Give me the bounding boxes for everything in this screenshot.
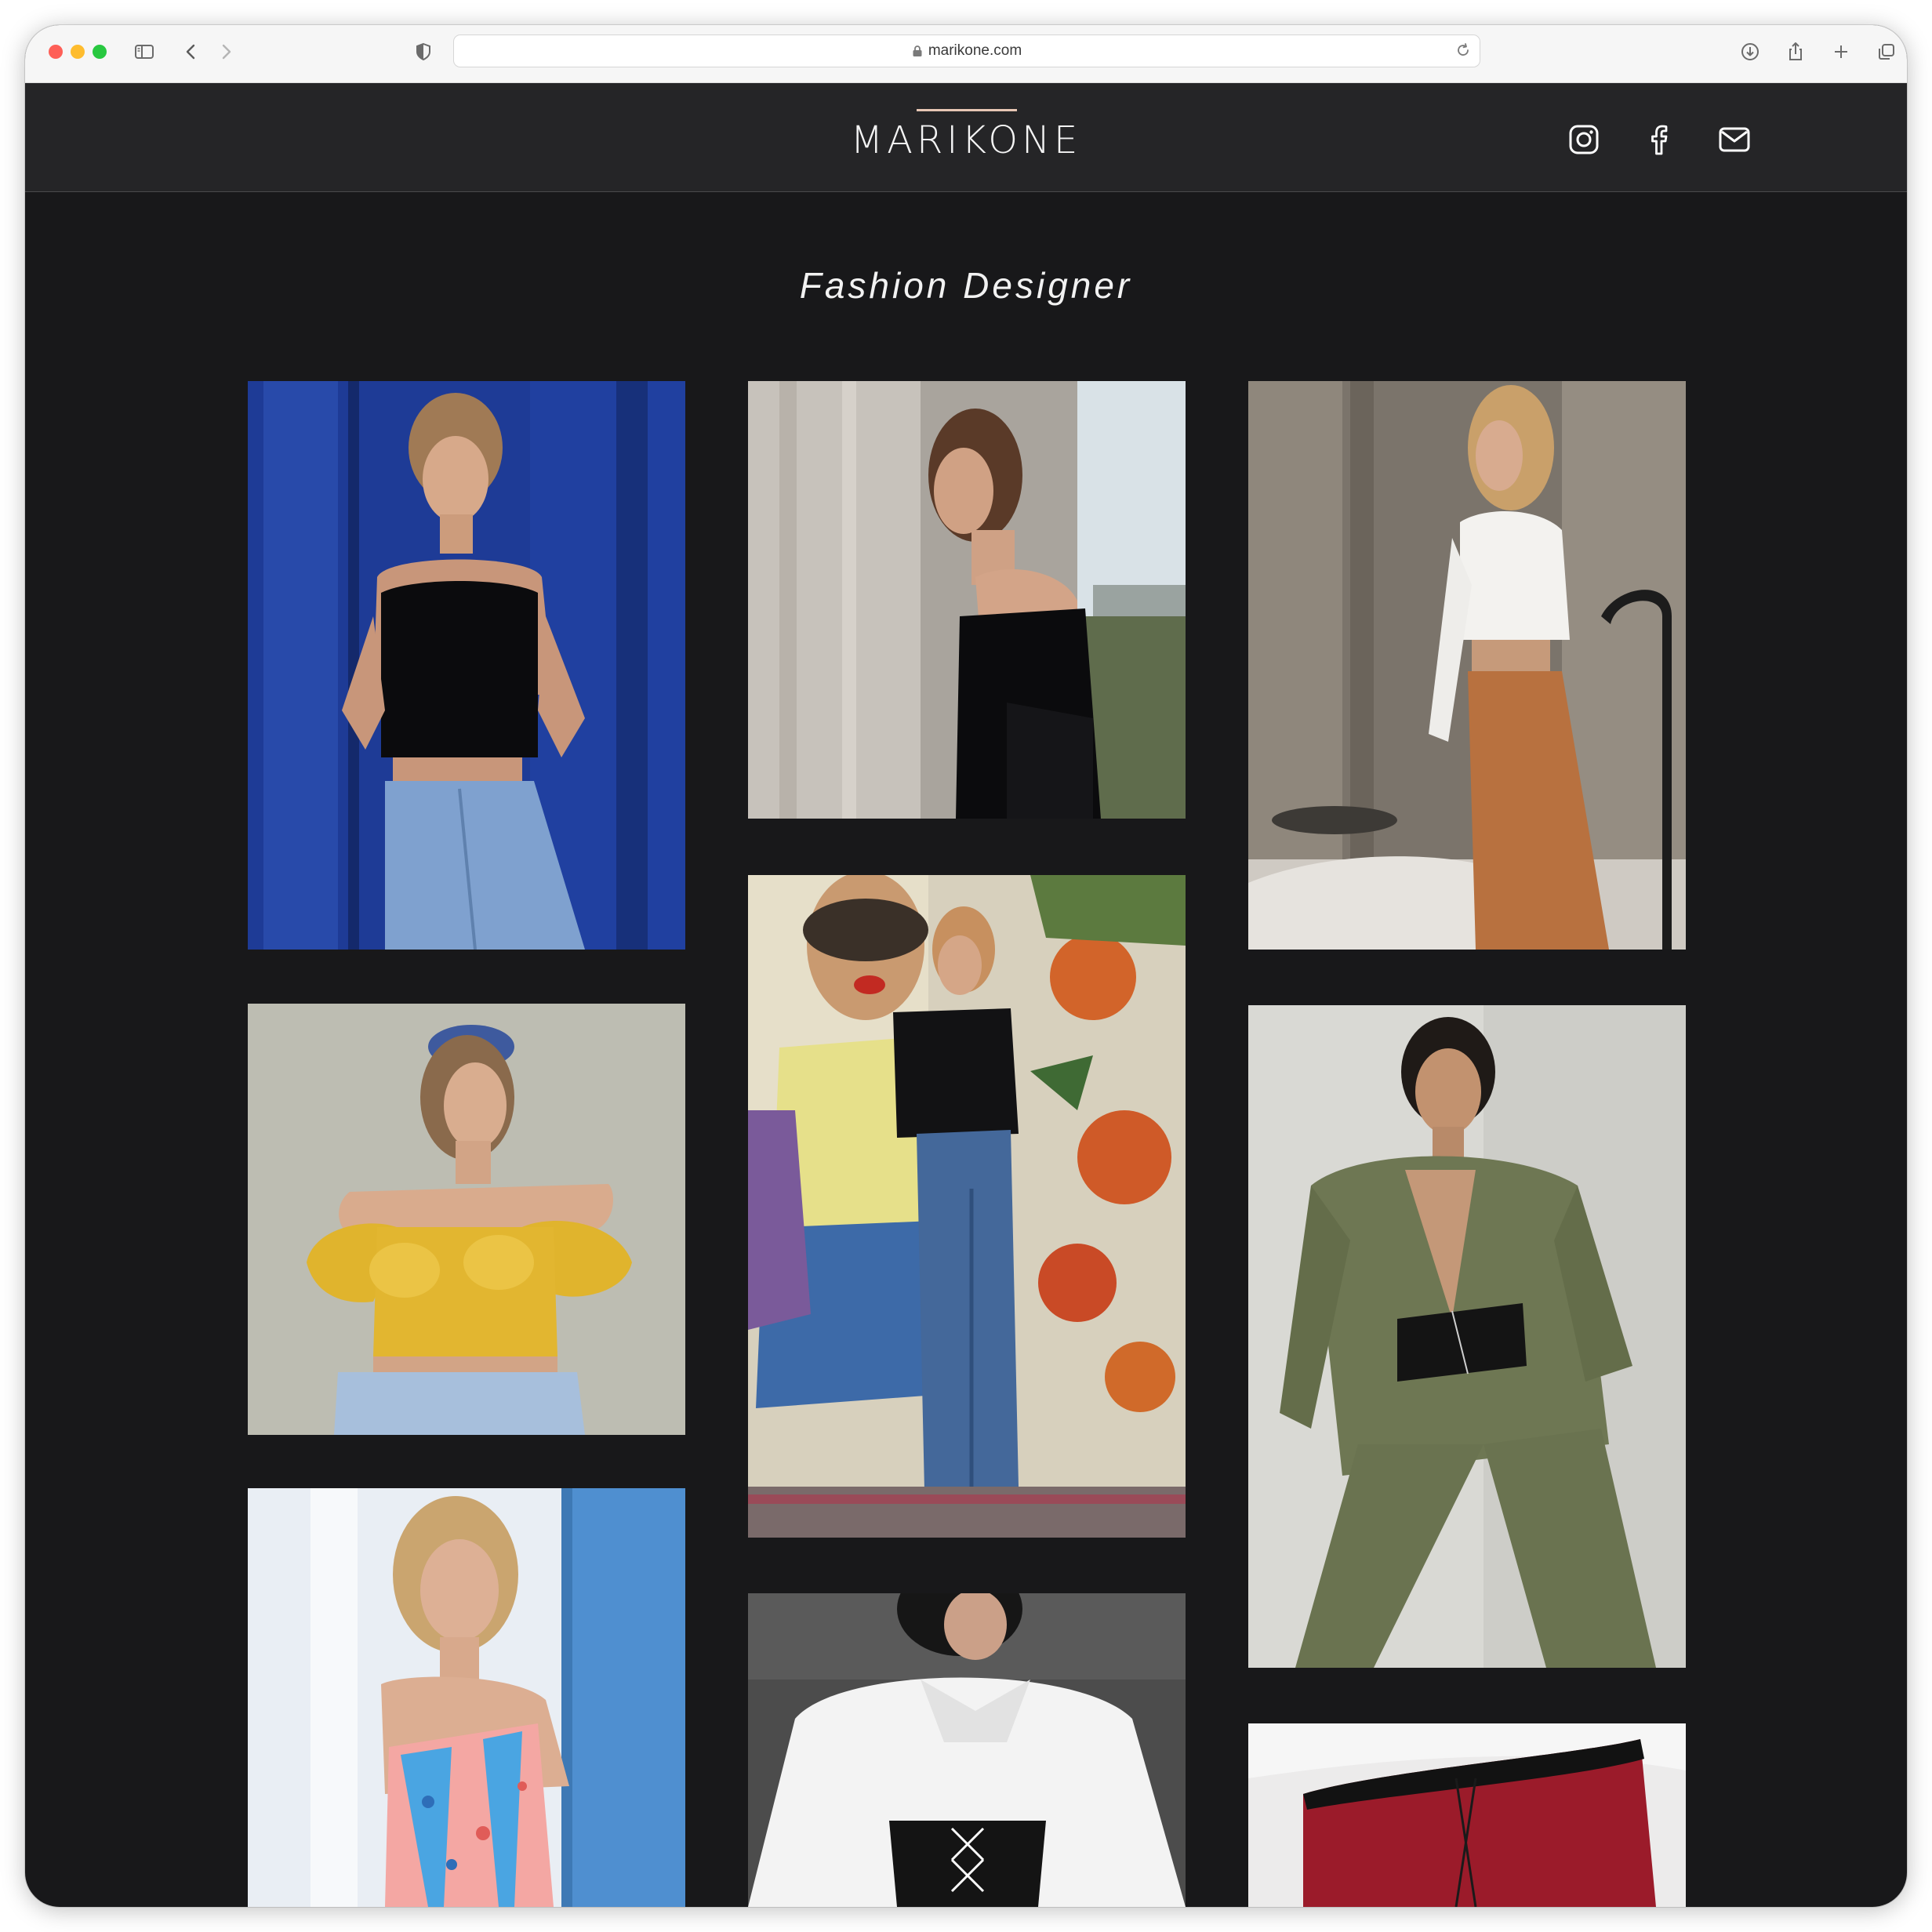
privacy-shield-icon[interactable]	[411, 39, 436, 64]
share-icon[interactable]	[1783, 39, 1808, 64]
photo-blue-door-image	[248, 381, 685, 950]
photo-curtain-corset-image	[748, 381, 1186, 819]
page-tagline: Fashion Designer	[799, 265, 1133, 306]
site-header: MARIKONE	[25, 83, 1907, 192]
gallery-photo-blue-door[interactable]	[248, 381, 685, 950]
photo-floral-corset-image	[248, 1488, 685, 1907]
logo-accent-line	[917, 109, 1017, 111]
gallery-photo-floral-corset[interactable]	[248, 1488, 685, 1907]
minimize-window-button[interactable]	[71, 45, 85, 59]
gallery-photo-yellow-top[interactable]	[248, 1004, 685, 1435]
back-arrow-icon[interactable]	[179, 39, 204, 64]
site-logo[interactable]: MARIKONE	[25, 118, 1907, 162]
tab-overview-icon[interactable]	[1874, 39, 1899, 64]
address-bar[interactable]: marikone.com	[453, 34, 1480, 67]
gallery-photo-red-corset[interactable]	[1248, 1723, 1686, 1907]
instagram-icon[interactable]	[1567, 122, 1601, 157]
forward-arrow-icon[interactable]	[213, 39, 238, 64]
photo-yellow-top-image	[248, 1004, 685, 1435]
mail-icon[interactable]	[1717, 122, 1752, 157]
gallery-photo-mural[interactable]	[748, 875, 1186, 1538]
photo-white-shirt-image	[1248, 381, 1686, 950]
gallery-photo-curtain-corset[interactable]	[748, 381, 1186, 819]
facebook-icon[interactable]	[1642, 122, 1676, 157]
url-text: marikone.com	[928, 42, 1022, 59]
close-window-button[interactable]	[49, 45, 63, 59]
sidebar-toggle-icon[interactable]	[132, 39, 157, 64]
browser-toolbar: marikone.com	[25, 25, 1907, 83]
download-icon[interactable]	[1738, 39, 1763, 64]
lock-icon	[913, 45, 922, 56]
browser-window: marikone.com MARIKONE Fashion Designer	[25, 25, 1907, 1907]
photo-olive-suit-image	[1248, 1005, 1686, 1668]
reload-icon[interactable]	[1454, 42, 1472, 59]
zoom-window-button[interactable]	[93, 45, 107, 59]
photo-mural-image	[748, 875, 1186, 1538]
photo-shirt-corset-image	[748, 1593, 1186, 1907]
photo-red-corset-image	[1248, 1723, 1686, 1907]
gallery-photo-olive-suit[interactable]	[1248, 1005, 1686, 1668]
gallery-photo-white-shirt[interactable]	[1248, 381, 1686, 950]
new-tab-icon[interactable]	[1828, 39, 1854, 64]
gallery-photo-shirt-corset[interactable]	[748, 1593, 1186, 1907]
